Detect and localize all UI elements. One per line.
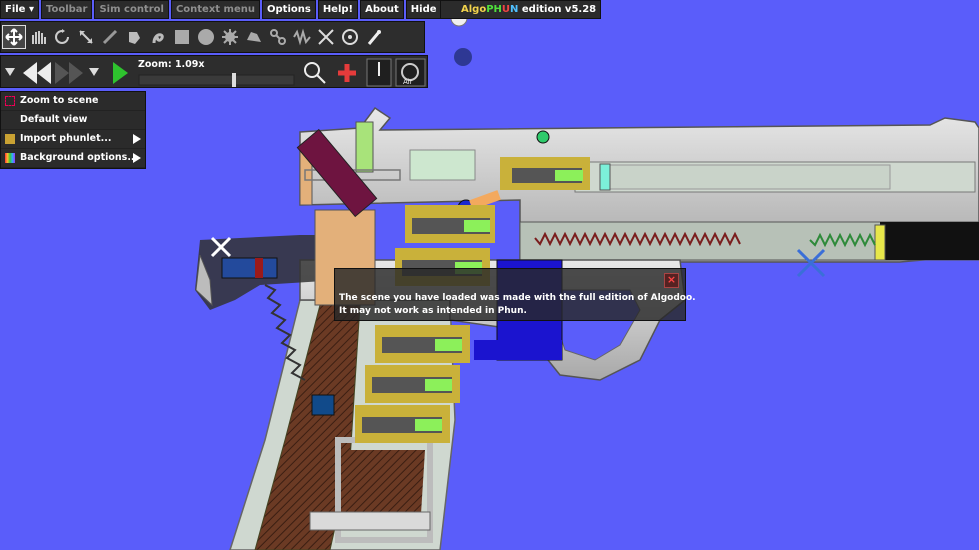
warning-line-2: It may not work as intended in Phun. <box>339 306 527 316</box>
edition-part-1: Algo <box>461 4 487 15</box>
edition-part-2: PH <box>486 4 502 15</box>
import-phunlet-item[interactable]: Import phunlet... <box>1 130 145 149</box>
green-pin <box>536 130 550 144</box>
about-menu[interactable]: About <box>360 0 404 19</box>
zoom-icon-handle <box>316 74 326 84</box>
options-menu[interactable]: Options <box>262 0 316 19</box>
mainspring-cap <box>311 394 335 416</box>
submenu-arrow-icon <box>133 153 141 163</box>
barrel-tip <box>880 222 979 260</box>
slide-window-2 <box>609 164 891 190</box>
air-label: Air <box>403 78 413 86</box>
play-button[interactable] <box>113 62 128 84</box>
move-tool-icon[interactable] <box>2 25 26 49</box>
context-menu-panel: Zoom to scene Default view Import phunle… <box>0 91 146 169</box>
warning-line-1: The scene you have loaded was made with … <box>339 293 696 303</box>
barrel-bushing <box>874 224 886 261</box>
background-options-label: Background options... <box>20 152 139 163</box>
firing-pin-block <box>355 121 374 173</box>
default-view-item[interactable]: Default view <box>1 111 145 130</box>
edition-part-3: U <box>501 4 511 15</box>
warning-dialog: × The scene you have loaded was made wit… <box>334 268 696 321</box>
magazine-base <box>309 511 431 531</box>
scale-tool-icon[interactable] <box>75 26 97 48</box>
fixate-tool-icon[interactable] <box>315 26 337 48</box>
sketch-tool-icon[interactable] <box>123 26 145 48</box>
folder-icon <box>5 134 15 144</box>
close-icon[interactable]: × <box>664 273 679 288</box>
tracer-tool-icon[interactable] <box>363 26 385 48</box>
edition-version: edition v5.28 <box>518 4 597 15</box>
chevron-down-icon: ▾ <box>28 4 34 15</box>
zoom-label: Zoom: 1.09x <box>138 59 205 70</box>
spring-tool-icon[interactable] <box>291 26 313 48</box>
sim-menu-chevron-icon[interactable] <box>5 68 15 76</box>
help-menu[interactable]: Help! <box>317 0 359 19</box>
hammer-part <box>221 257 278 279</box>
default-view-label: Default view <box>20 114 88 125</box>
zoom-slider-track[interactable] <box>138 74 295 86</box>
slide-stop <box>599 163 611 191</box>
file-menu[interactable]: File ▾ <box>0 0 39 19</box>
zoom-to-scene-label: Zoom to scene <box>20 95 99 106</box>
toolbar <box>0 21 425 53</box>
sim-chevron-down-icon[interactable] <box>89 68 99 76</box>
sim-control-menu[interactable]: Sim control <box>94 0 169 19</box>
submenu-arrow-icon <box>133 134 141 144</box>
zoom-slider-thumb[interactable] <box>232 73 236 87</box>
rewind-icon[interactable] <box>23 62 51 84</box>
stop-icon[interactable] <box>338 64 356 82</box>
hand-tool-icon[interactable] <box>27 26 49 48</box>
zoom-to-scene-icon <box>5 96 15 106</box>
ejector <box>409 149 476 181</box>
zoom-to-scene-item[interactable]: Zoom to scene <box>1 92 145 111</box>
shadow-blob <box>454 48 472 66</box>
circle-tool-icon[interactable] <box>195 26 217 48</box>
context-menu-menu[interactable]: Context menu <box>170 0 260 19</box>
chain-links-icon[interactable] <box>267 26 289 48</box>
import-phunlet-label: Import phunlet... <box>20 133 112 144</box>
menubar: File ▾ Toolbar Sim control Context menu … <box>0 0 495 19</box>
edition-label: AlgoPHUN edition v5.28 <box>440 0 602 19</box>
toolbar-menu[interactable]: Toolbar <box>40 0 93 19</box>
box-tool-icon[interactable] <box>171 26 193 48</box>
rotate-tool-icon[interactable] <box>51 26 73 48</box>
wheel-tool-icon[interactable] <box>339 26 361 48</box>
sim-control-panel: Air <box>0 55 428 88</box>
hammer-pin <box>255 258 263 278</box>
zoom-icon[interactable] <box>304 62 320 78</box>
polygon-tool-icon[interactable] <box>243 26 265 48</box>
step-forward-icon[interactable] <box>55 62 83 84</box>
rainbow-icon <box>5 153 15 163</box>
knife-tool-icon[interactable] <box>99 26 121 48</box>
chain-tool-icon[interactable] <box>147 26 169 48</box>
blue-block-arm <box>474 340 562 360</box>
gear-tool-icon[interactable] <box>219 26 241 48</box>
background-options-item[interactable]: Background options... <box>1 149 145 168</box>
file-menu-label: File <box>5 4 26 15</box>
